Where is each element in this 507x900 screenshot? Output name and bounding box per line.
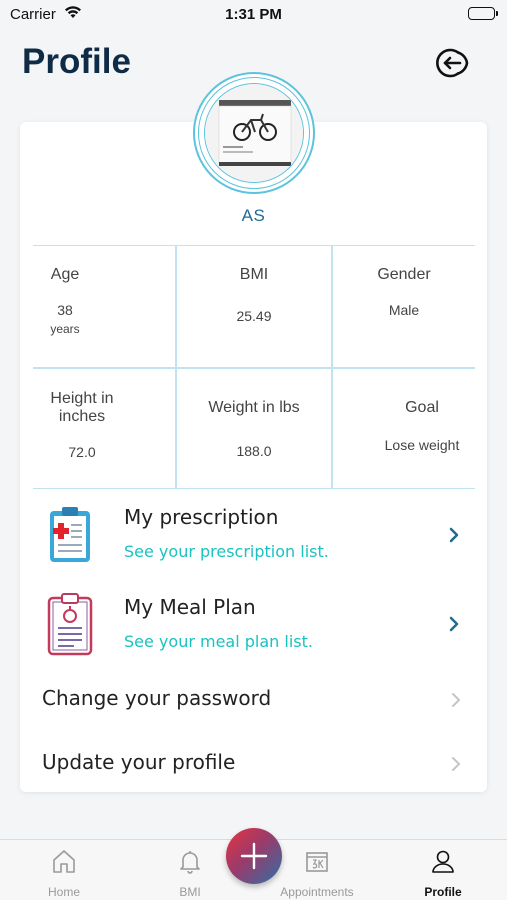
menu-item-change-password[interactable]: Change your password: [20, 676, 487, 724]
stat-weight-value: 188.0: [236, 443, 272, 459]
stat-goal: Goal Lose weight: [333, 399, 507, 453]
plus-icon: [240, 842, 268, 870]
logout-button[interactable]: [436, 45, 472, 81]
calendar-icon: [306, 852, 328, 872]
stat-gender-label: Gender: [377, 266, 431, 283]
stat-height-value: 72.0: [68, 444, 96, 460]
stat-weight: Weight in lbs 188.0: [177, 399, 331, 459]
meal-plan-title: My Meal Plan: [124, 595, 256, 619]
status-bar: Carrier 1:31 PM: [0, 0, 507, 30]
home-icon: [53, 850, 75, 873]
avatar[interactable]: [193, 72, 315, 194]
user-initials: AS: [241, 206, 266, 225]
user-icon: [432, 850, 454, 873]
update-profile-title: Update your profile: [42, 750, 236, 774]
prescription-title: My prescription: [124, 505, 279, 529]
menu-item-meal-plan[interactable]: My Meal Plan See your meal plan list.: [20, 590, 487, 660]
add-button[interactable]: [226, 828, 282, 884]
page-title: Profile: [22, 42, 131, 81]
stats-grid: Age 38 years BMI 25.49 Gender Male Heigh…: [33, 245, 475, 489]
meal-plan-subtitle: See your meal plan list.: [124, 632, 313, 651]
clock: 1:31 PM: [225, 6, 282, 23]
logout-icon: [436, 48, 469, 78]
stat-age: Age 38 years: [33, 266, 97, 336]
tab-bmi[interactable]: BMI: [150, 840, 230, 900]
tab-appointments-label: Appointments: [280, 885, 354, 899]
chevron-right-icon: [452, 693, 460, 707]
stat-weight-label: Weight in lbs: [208, 399, 300, 416]
chevron-right-icon: [449, 527, 459, 543]
bell-icon: [180, 851, 200, 874]
tab-profile-label: Profile: [424, 885, 462, 899]
stat-gender: Gender Male: [333, 266, 475, 318]
stat-age-label: Age: [50, 266, 80, 283]
tab-home[interactable]: Home: [24, 840, 104, 900]
stat-bmi: BMI 25.49: [177, 266, 331, 324]
avatar-image: [204, 83, 304, 183]
chevron-right-icon: [452, 757, 460, 771]
stat-goal-value: Lose weight: [384, 437, 460, 453]
menu-item-update-profile[interactable]: Update your profile: [20, 740, 487, 788]
stat-age-unit: years: [50, 322, 80, 336]
prescription-subtitle: See your prescription list.: [124, 542, 329, 561]
chevron-right-icon: [449, 616, 459, 632]
battery-icon: [468, 7, 498, 20]
stat-age-value: 38: [57, 302, 73, 318]
tab-home-label: Home: [47, 885, 80, 899]
change-password-title: Change your password: [42, 686, 272, 710]
stat-gender-value: Male: [388, 302, 420, 318]
tab-profile[interactable]: Profile: [403, 840, 483, 900]
stat-height-label-2: inches: [58, 408, 106, 425]
tab-appointments[interactable]: Appointments: [277, 840, 357, 900]
stat-height-label-1: Height in: [50, 390, 114, 407]
stat-goal-label: Goal: [405, 399, 439, 416]
stat-height: Height in inches 72.0: [33, 390, 131, 460]
stat-bmi-label: BMI: [239, 266, 269, 283]
meal-plan-clipboard-icon: [46, 592, 94, 661]
stat-bmi-value: 25.49: [236, 308, 272, 324]
menu-item-prescription[interactable]: My prescription See your prescription li…: [20, 500, 487, 580]
prescription-clipboard-icon: [48, 506, 92, 569]
tab-bmi-label: BMI: [179, 885, 201, 899]
